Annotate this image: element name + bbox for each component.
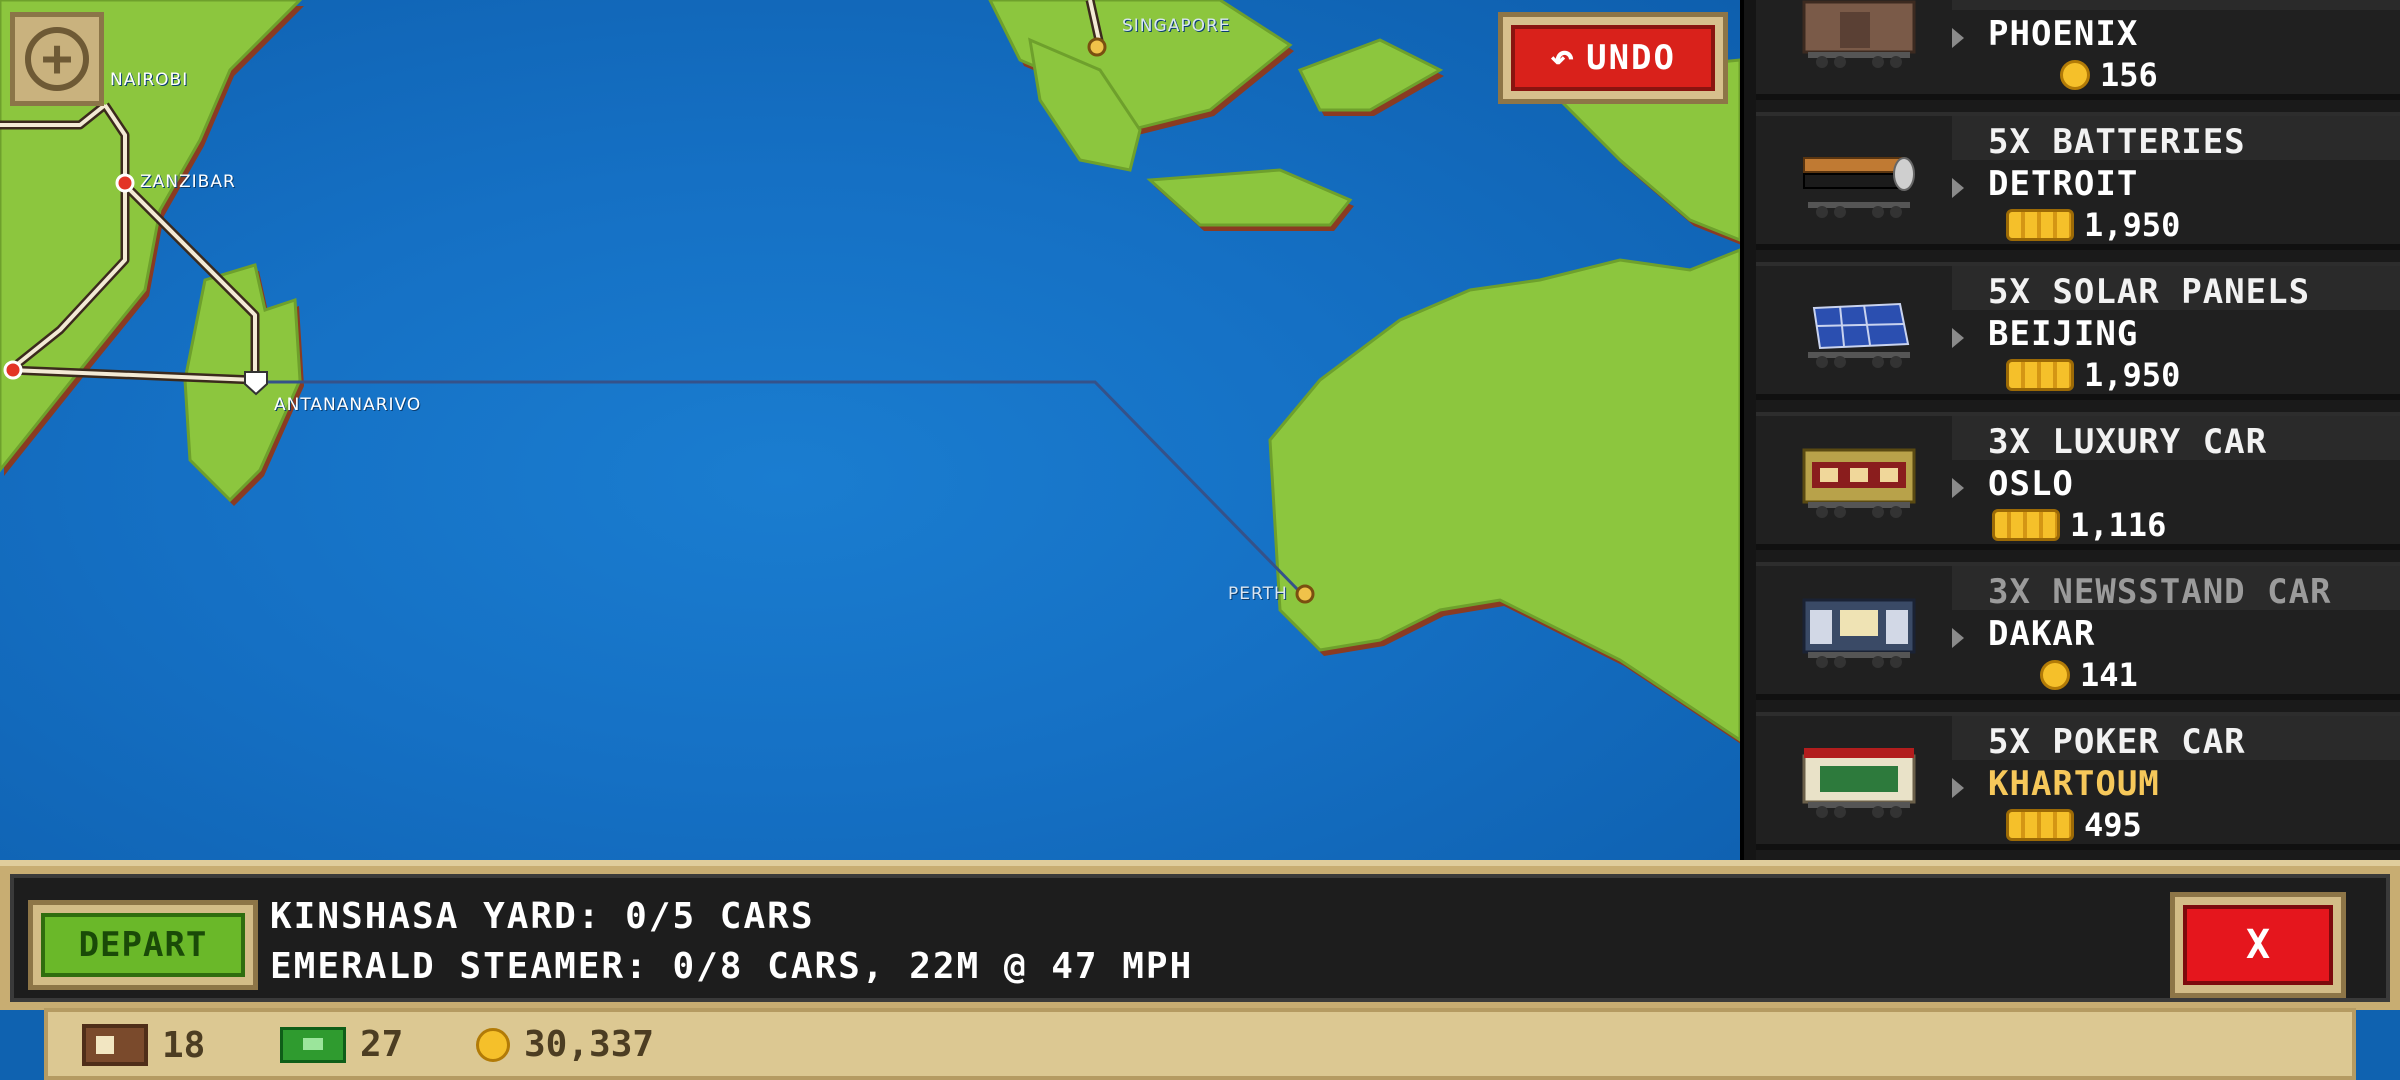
cargo-destination: PHOENIX	[1988, 14, 2139, 54]
play-icon	[1952, 628, 1964, 648]
cargo-item[interactable]: 3X LUXURY CAR OSLO 1,116	[1756, 412, 2400, 550]
cargo-destination: KHARTOUM	[1988, 764, 2160, 804]
cargo-destination: BEIJING	[1988, 314, 2139, 354]
city-label-singapore[interactable]: SINGAPORE	[1122, 16, 1231, 36]
cargo-price: 1,116	[1992, 506, 2166, 544]
cargo-item[interactable]: 5X POKER CAR KHARTOUM 495	[1756, 712, 2400, 850]
depart-button[interactable]: DEPART	[28, 900, 258, 990]
cargo-price-value: 1,950	[2084, 356, 2181, 394]
coin-icon	[2060, 60, 2090, 90]
cargo-price: 1,950	[2006, 356, 2180, 394]
train-info-bar: DEPART KINSHASA YARD: 0/5 CARS EMERALD S…	[0, 860, 2400, 1010]
play-icon	[1952, 28, 1964, 48]
cargo-quantity: 5X SOLAR PANELS	[1988, 272, 2311, 312]
cargo-price-value: 141	[2080, 656, 2138, 694]
cash-icon	[280, 1026, 346, 1063]
cargo-item[interactable]: 5X SOLAR PANELS BEIJING 1,950	[1756, 262, 2400, 400]
cargo-quantity: 3X LUXURY CAR	[1988, 422, 2268, 462]
coin-stack-icon	[2006, 359, 2074, 391]
boxcar-icon	[1802, 0, 1916, 68]
undo-label: UNDO	[1586, 38, 1676, 78]
city-label-zanzibar[interactable]: ZANZIBAR	[140, 172, 236, 192]
cargo-quantity: 5X POKER CAR	[1988, 722, 2246, 762]
undo-button[interactable]: ↶ UNDO	[1498, 12, 1728, 104]
solar-panel-car-icon	[1808, 302, 1910, 368]
cargo-list[interactable]: PHOENIX 156 5X BATTERIES DETROIT 1,950 5…	[1756, 0, 2400, 860]
city-label-nairobi[interactable]: NAIROBI	[110, 70, 188, 90]
yard-status: KINSHASA YARD: 0/5 CARS	[270, 896, 815, 937]
play-icon	[1952, 478, 1964, 498]
cargo-price: 156	[2060, 56, 2158, 94]
plus-icon: +	[25, 27, 89, 91]
coins-count: 30,337	[524, 1024, 655, 1065]
cargo-price-value: 156	[2100, 56, 2158, 94]
cars-count: 18	[162, 1024, 206, 1066]
poker-car-icon	[1802, 748, 1916, 818]
city-label-perth[interactable]: PERTH	[1228, 584, 1288, 604]
cargo-price: 1,950	[2006, 206, 2180, 244]
close-icon: X	[2183, 905, 2333, 985]
zoom-in-button[interactable]: +	[10, 12, 104, 106]
luxury-car-icon	[1802, 448, 1916, 518]
cargo-price-value: 1,116	[2070, 506, 2167, 544]
map-terrain	[0, 0, 1740, 744]
cargo-destination: OSLO	[1988, 464, 2074, 504]
cars-counter: 18	[82, 1024, 205, 1066]
undo-arrow-icon: ↶	[1550, 35, 1577, 81]
cargo-qty-tab	[1952, 0, 2400, 10]
play-icon	[1952, 328, 1964, 348]
panel-divider	[1740, 0, 1756, 870]
coin-stack-icon	[2006, 809, 2074, 841]
coin-icon	[476, 1027, 510, 1062]
coin-icon	[2040, 660, 2070, 690]
coin-stack-icon	[2006, 209, 2074, 241]
play-icon	[1952, 178, 1964, 198]
coin-stack-icon	[1992, 509, 2060, 541]
cargo-item[interactable]: PHOENIX 156	[1756, 0, 2400, 100]
depart-label: DEPART	[41, 913, 245, 977]
cash-counter: 27	[280, 1024, 403, 1065]
cargo-item[interactable]: 5X BATTERIES DETROIT 1,950	[1756, 112, 2400, 250]
cargo-quantity: 5X BATTERIES	[1988, 122, 2246, 162]
cash-count: 27	[360, 1024, 404, 1065]
cargo-destination: DETROIT	[1988, 164, 2139, 204]
cargo-price: 495	[2006, 806, 2142, 844]
cargo-item[interactable]: 3X NEWSSTAND CAR DAKAR 141	[1756, 562, 2400, 700]
world-map[interactable]: NAIROBI ZANZIBAR ANTANANARIVO SINGAPORE …	[0, 0, 1740, 870]
close-button[interactable]: X	[2170, 892, 2346, 998]
train-status: EMERALD STEAMER: 0/8 CARS, 22M @ 47 MPH	[270, 946, 1194, 987]
resource-status-bar: 18 27 30,337	[44, 1008, 2356, 1080]
cargo-price-value: 495	[2084, 806, 2142, 844]
cargo-quantity: 3X NEWSSTAND CAR	[1988, 572, 2332, 612]
newsstand-car-icon	[1802, 598, 1916, 668]
coins-counter: 30,337	[476, 1024, 654, 1065]
play-icon	[1952, 778, 1964, 798]
cargo-destination: DAKAR	[1988, 614, 2096, 654]
cargo-price-value: 1,950	[2084, 206, 2181, 244]
crate-icon	[82, 1024, 148, 1066]
city-label-antananarivo[interactable]: ANTANANARIVO	[274, 395, 421, 415]
battery-car-icon	[1803, 157, 1915, 218]
train-info-panel: DEPART KINSHASA YARD: 0/5 CARS EMERALD S…	[10, 874, 2390, 1002]
cargo-price: 141	[2040, 656, 2138, 694]
